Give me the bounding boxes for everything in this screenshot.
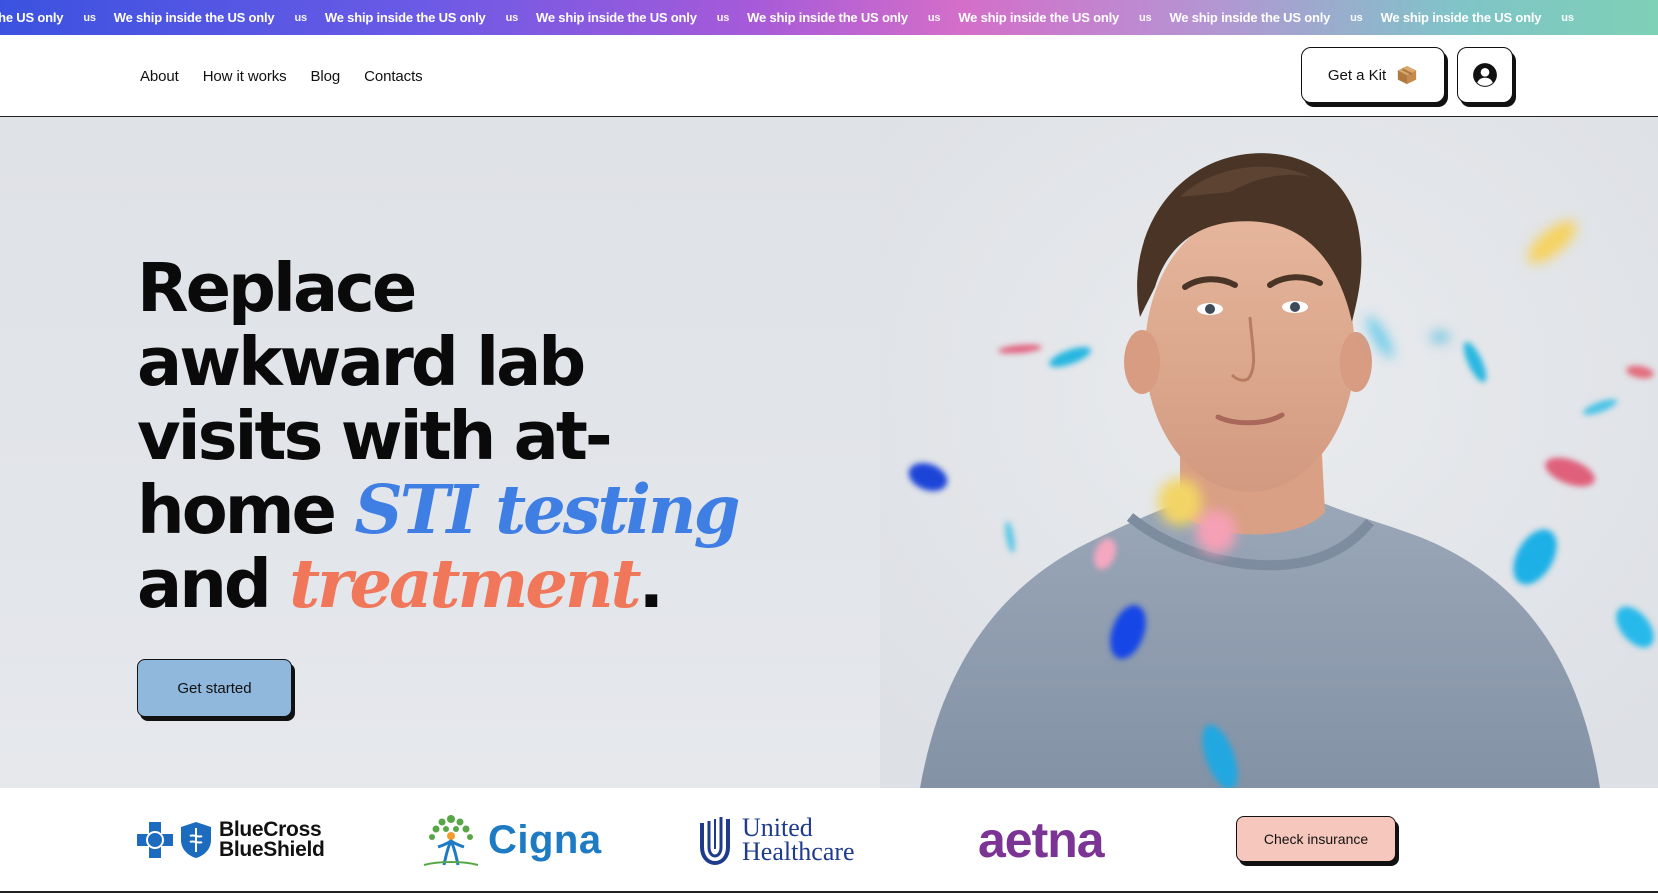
get-started-button[interactable]: Get started [137, 659, 292, 717]
ticker-item: We ship inside the US only us [747, 10, 958, 25]
ticker-message: We ship inside the US only [958, 10, 1120, 25]
account-button[interactable] [1457, 47, 1513, 103]
tree-of-life-icon [423, 815, 479, 866]
hero-headline: Replace awkward lab visits with at- home… [137, 251, 757, 621]
headline-line: awkward lab [137, 323, 586, 401]
cigna-logo: Cigna [420, 810, 602, 870]
blue-cross-icon [137, 822, 173, 858]
insurance-partners: BlueCross BlueShield Cigna United Health… [0, 788, 1658, 893]
nav-link-blog[interactable]: Blog [311, 68, 341, 85]
nav-link-about[interactable]: About [140, 68, 179, 85]
headline-line: and [137, 545, 290, 623]
ticker-item: We ship inside the US only us [114, 10, 325, 25]
get-a-kit-label: Get a Kit [1327, 66, 1387, 84]
headline-line: Replace [137, 249, 417, 327]
ticker-tag: us [505, 11, 519, 24]
headline-line: home [137, 471, 355, 549]
ticker-item: We ship inside the US only us [325, 10, 536, 25]
ticker-message: We ship inside the US only [1169, 10, 1331, 25]
headline-line: visits with at- [137, 397, 613, 475]
ticker-item: We ship inside the US only us [1381, 10, 1592, 25]
headline-period: . [638, 545, 665, 623]
shipping-ticker: the US only us We ship inside the US onl… [0, 0, 1658, 35]
headline-emphasis-treatment: treatment [289, 544, 641, 623]
ticker-tag: us [294, 11, 307, 24]
blue-shield-icon [181, 822, 211, 858]
ticker-message: the US only [0, 10, 64, 25]
ticker-item: the US only us [0, 10, 114, 25]
ticker-message: We ship inside the US only [113, 10, 275, 25]
ticker-message: We ship inside the US only [1380, 10, 1542, 25]
bcbs-wordmark: BlueCross BlueShield [219, 818, 325, 861]
nav-link-contacts[interactable]: Contacts [364, 68, 423, 85]
aetna-logo: aetna [978, 810, 1105, 870]
bcbs-line-1: BlueCross [219, 818, 322, 841]
ticker-tag: us [83, 11, 96, 24]
ticker-item: We ship inside the US only us [958, 10, 1169, 25]
user-circle-icon [1473, 63, 1497, 87]
hero-section: Replace awkward lab visits with at- home… [0, 117, 1658, 788]
hero-portrait-image [880, 117, 1658, 788]
bluecross-blueshield-logo: BlueCross BlueShield [137, 810, 325, 870]
aetna-wordmark: aetna [978, 812, 1105, 868]
get-a-kit-button[interactable]: Get a Kit [1301, 47, 1445, 103]
ticker-tag: us [1350, 11, 1363, 24]
ticker-tag: us [716, 11, 730, 24]
ticker-tag: us [927, 11, 941, 24]
ticker-item: We ship inside the US only us [1169, 10, 1380, 25]
nav-link-how-it-works[interactable]: How it works [203, 68, 287, 85]
ticker-message: We ship inside the US only [536, 10, 697, 25]
site-header: About How it works Blog Contacts Get a K… [0, 35, 1658, 117]
ticker-message: We ship inside the US only [747, 10, 908, 25]
headline-emphasis-sti-testing: STI testing [354, 470, 740, 549]
ticker-tag: us [1561, 11, 1574, 24]
bcbs-line-2: BlueShield [219, 838, 325, 861]
check-insurance-button[interactable]: Check insurance [1236, 816, 1396, 862]
ticker-tag: us [1139, 11, 1152, 24]
main-nav: About How it works Blog Contacts [140, 35, 423, 117]
united-healthcare-logo: United Healthcare [700, 810, 855, 870]
ticker-message: We ship inside the US only [324, 10, 486, 25]
ticker-track: the US only us We ship inside the US onl… [0, 0, 1592, 35]
uhc-line-2: Healthcare [742, 837, 855, 866]
cigna-wordmark: Cigna [488, 817, 602, 862]
uhc-wordmark: United Healthcare [742, 815, 855, 866]
ticker-item: We ship inside the US only us [536, 10, 747, 25]
package-box-icon [1398, 65, 1417, 85]
uhc-u-icon [700, 817, 730, 865]
